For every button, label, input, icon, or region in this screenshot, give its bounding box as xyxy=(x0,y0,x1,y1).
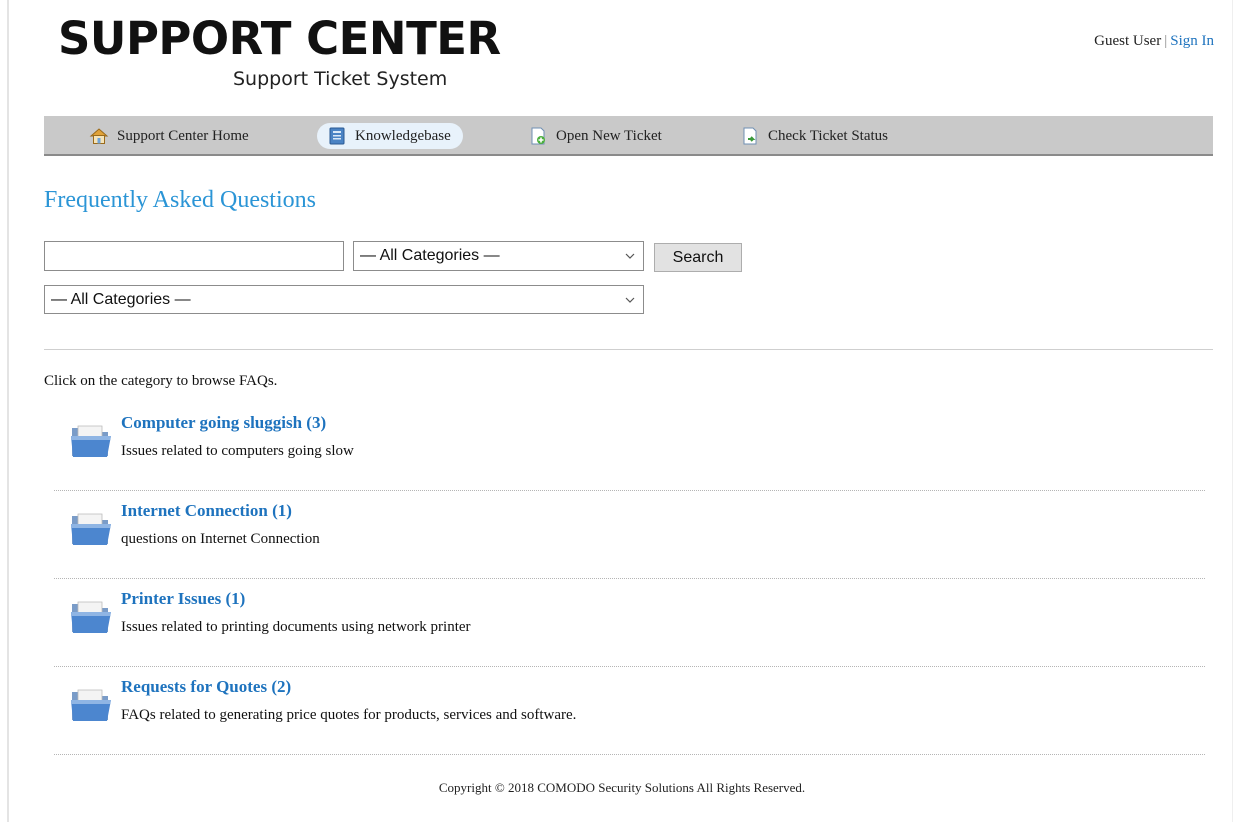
new-ticket-icon xyxy=(531,127,545,145)
category-item: Printer Issues (1) Issues related to pri… xyxy=(54,579,1205,667)
main-navigation: Support Center Home Knowledgebase Open N… xyxy=(44,116,1213,156)
page-title: Frequently Asked Questions xyxy=(44,187,316,213)
folder-icon xyxy=(71,601,111,633)
folder-icon xyxy=(71,425,111,457)
category-link[interactable]: Requests for Quotes (2) xyxy=(121,677,291,697)
page-left-border xyxy=(7,0,9,822)
search-button[interactable]: Search xyxy=(654,243,742,272)
nav-label-open-ticket: Open New Ticket xyxy=(556,127,662,144)
topic-select[interactable]: — All Categories — xyxy=(44,285,644,314)
category-description: FAQs related to generating price quotes … xyxy=(121,707,577,723)
book-icon xyxy=(329,127,345,145)
guest-user-label: Guest User xyxy=(1094,33,1162,49)
nav-support-center-home[interactable]: Support Center Home xyxy=(79,123,261,149)
user-separator: | xyxy=(1164,33,1168,49)
nav-label-home: Support Center Home xyxy=(117,127,249,144)
logo-title: SUPPORT CENTER xyxy=(58,12,501,65)
category-description: Issues related to computers going slow xyxy=(121,443,354,459)
sign-in-link[interactable]: Sign In xyxy=(1170,33,1214,49)
ticket-status-icon xyxy=(743,127,757,145)
category-item: Requests for Quotes (2) FAQs related to … xyxy=(54,667,1205,755)
nav-label-knowledgebase: Knowledgebase xyxy=(355,127,451,144)
user-bar: Guest User | Sign In xyxy=(1094,33,1214,50)
footer-copyright: Copyright © 2018 COMODO Security Solutio… xyxy=(438,780,806,795)
category-link[interactable]: Printer Issues (1) xyxy=(121,589,245,609)
category-item: Internet Connection (1) questions on Int… xyxy=(54,491,1205,579)
chevron-down-icon xyxy=(625,297,635,303)
category-select-value: — All Categories — xyxy=(360,247,500,264)
nav-knowledgebase[interactable]: Knowledgebase xyxy=(317,123,463,149)
category-item: Computer going sluggish (3) Issues relat… xyxy=(54,403,1205,491)
category-description: Issues related to printing documents usi… xyxy=(121,619,471,635)
category-select[interactable]: — All Categories — xyxy=(353,241,644,271)
folder-icon xyxy=(71,689,111,721)
nav-open-new-ticket[interactable]: Open New Ticket xyxy=(518,123,674,149)
category-link[interactable]: Internet Connection (1) xyxy=(121,501,292,521)
home-icon xyxy=(89,128,109,144)
nav-label-check-status: Check Ticket Status xyxy=(768,127,889,144)
page-right-border xyxy=(1232,0,1233,822)
category-description: questions on Internet Connection xyxy=(121,531,320,547)
divider xyxy=(44,349,1213,350)
folder-icon xyxy=(71,513,111,545)
chevron-down-icon xyxy=(625,253,635,259)
nav-check-ticket-status[interactable]: Check Ticket Status xyxy=(730,123,900,149)
category-link[interactable]: Computer going sluggish (3) xyxy=(121,413,326,433)
logo-subtitle: Support Ticket System xyxy=(233,68,448,90)
browse-instructions: Click on the category to browse FAQs. xyxy=(44,373,278,389)
topic-select-value: — All Categories — xyxy=(51,290,191,308)
search-input[interactable] xyxy=(44,241,344,271)
